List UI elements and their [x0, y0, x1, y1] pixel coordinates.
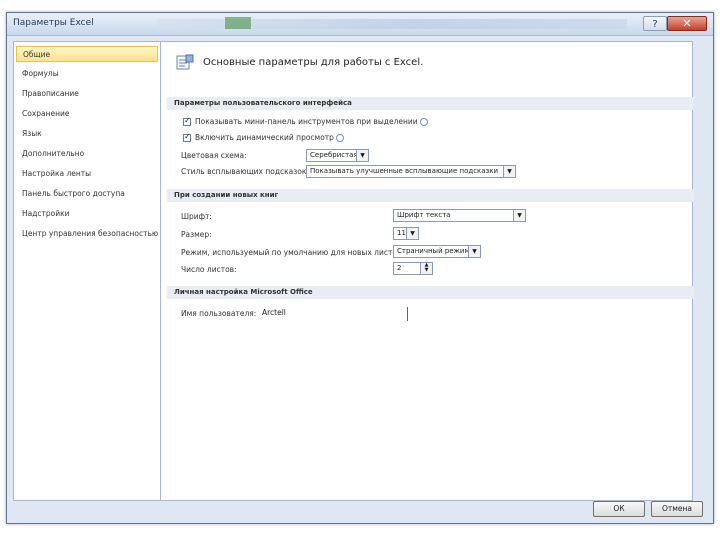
- font-label: Шрифт:: [181, 212, 212, 221]
- font-select[interactable]: Шрифт текста ▼: [393, 209, 526, 222]
- info-icon: [335, 134, 344, 142]
- page-header: Основные параметры для работы с Excel.: [203, 57, 424, 68]
- size-select[interactable]: 11 ▼: [393, 227, 419, 240]
- info-icon: [419, 118, 428, 126]
- window-title: Параметры Excel: [13, 18, 94, 28]
- livepreview-label: Включить динамический просмотр: [195, 133, 344, 142]
- text-caret: [407, 307, 408, 321]
- cancel-button[interactable]: Отмена: [651, 501, 703, 517]
- background-ribbon-blur: [157, 17, 627, 29]
- spinner-arrows-icon[interactable]: ▲ ▼: [420, 263, 432, 274]
- livepreview-checkbox[interactable]: [183, 132, 191, 142]
- color-scheme-value: Серебристая: [310, 151, 358, 159]
- username-label: Имя пользователя:: [181, 309, 257, 318]
- chevron-down-icon: ▼: [406, 228, 418, 239]
- sidebar-item-addins[interactable]: Надстройки: [16, 206, 158, 222]
- chevron-down-icon: ▼: [468, 246, 480, 257]
- tooltip-style-value: Показывать улучшенные всплывающие подска…: [310, 167, 499, 175]
- sidebar-item-advanced[interactable]: Дополнительно: [16, 146, 158, 162]
- size-value: 11: [397, 229, 406, 237]
- ribbon-tab-highlight: [225, 17, 251, 29]
- tooltip-style-label: Стиль всплывающих подсказок:: [181, 167, 309, 176]
- ok-button[interactable]: ОК: [593, 501, 645, 517]
- sidebar-item-trust-center[interactable]: Центр управления безопасностью: [16, 226, 158, 242]
- sidebar-item-formulas[interactable]: Формулы: [16, 66, 158, 82]
- sheets-count-value: 2: [397, 264, 402, 272]
- username-field[interactable]: Arctell: [259, 306, 412, 320]
- default-view-select[interactable]: Страничный режим ▼: [393, 245, 481, 258]
- section-new-workbook: При создании новых книг: [167, 189, 694, 202]
- chevron-down-icon: ▼: [513, 210, 525, 221]
- sheets-count-label: Число листов:: [181, 265, 237, 274]
- minitoolbar-label: Показывать мини-панель инструментов при …: [195, 117, 428, 126]
- sidebar-nav: Общие Формулы Правописание Сохранение Яз…: [13, 41, 161, 501]
- font-value: Шрифт текста: [397, 211, 451, 219]
- default-view-value: Страничный режим: [397, 247, 470, 255]
- options-dialog: Параметры Excel ? ✕ Общие Формулы Правоп…: [6, 12, 714, 524]
- options-page-icon: [176, 54, 194, 70]
- title-bar[interactable]: Параметры Excel ? ✕: [7, 13, 713, 36]
- sidebar-item-save[interactable]: Сохранение: [16, 106, 158, 122]
- section-ui-options: Параметры пользовательского интерфейса: [167, 97, 694, 110]
- sidebar-item-proofing[interactable]: Правописание: [16, 86, 158, 102]
- chevron-down-icon: ▼: [503, 166, 515, 177]
- settings-panel: Основные параметры для работы с Excel. П…: [160, 41, 694, 501]
- section-personalize: Личная настройка Microsoft Office: [167, 286, 694, 299]
- sidebar-item-customize-ribbon[interactable]: Настройка ленты: [16, 166, 158, 182]
- sheets-count-stepper[interactable]: 2 ▲ ▼: [393, 262, 433, 275]
- sidebar-item-quick-access[interactable]: Панель быстрого доступа: [16, 186, 158, 202]
- color-scheme-select[interactable]: Серебристая ▼: [306, 149, 369, 162]
- default-view-label: Режим, используемый по умолчанию для нов…: [181, 248, 404, 257]
- size-label: Размер:: [181, 230, 212, 239]
- help-button[interactable]: ?: [643, 16, 667, 31]
- sidebar-item-language[interactable]: Язык: [16, 126, 158, 142]
- close-button[interactable]: ✕: [667, 16, 707, 31]
- color-scheme-label: Цветовая схема:: [181, 151, 247, 160]
- sidebar-item-general[interactable]: Общие: [16, 46, 158, 62]
- chevron-down-icon: ▼: [356, 150, 368, 161]
- minitoolbar-checkbox[interactable]: [183, 116, 191, 126]
- tooltip-style-select[interactable]: Показывать улучшенные всплывающие подска…: [306, 165, 516, 178]
